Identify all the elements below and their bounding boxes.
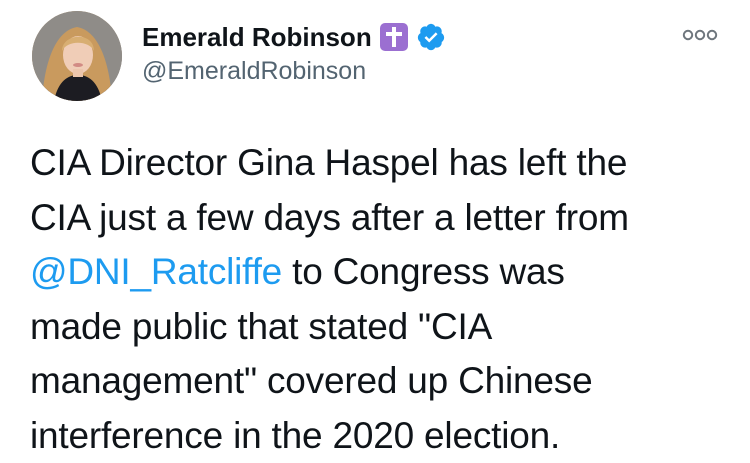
more-options-icon[interactable] (682, 28, 718, 42)
tweet-line: made public that stated "CIA (30, 300, 730, 355)
latin-cross-emoji-icon (380, 23, 408, 51)
author-name-row: Emerald Robinson (142, 20, 446, 54)
mention-link[interactable]: @DNI_Ratcliffe (30, 251, 282, 292)
tweet-line: CIA just a few days after a letter from (30, 191, 730, 246)
tweet-line: interference in the 2020 election. (30, 409, 730, 463)
author-handle[interactable]: @EmeraldRobinson (142, 54, 366, 88)
verified-badge-icon (416, 22, 446, 52)
tweet-card: Emerald Robinson @EmeraldRobinson CIA Di… (0, 0, 750, 453)
tweet-line-text: to Congress was (282, 251, 565, 292)
tweet-line: @DNI_Ratcliffe to Congress was (30, 245, 730, 300)
author-display-name[interactable]: Emerald Robinson (142, 20, 372, 54)
tweet-line: management" covered up Chinese (30, 354, 730, 409)
tweet-text: CIA Director Gina Haspel has left the CI… (30, 136, 730, 463)
avatar[interactable] (32, 11, 122, 101)
tweet-line: CIA Director Gina Haspel has left the (30, 136, 730, 191)
avatar-portrait (32, 11, 122, 101)
